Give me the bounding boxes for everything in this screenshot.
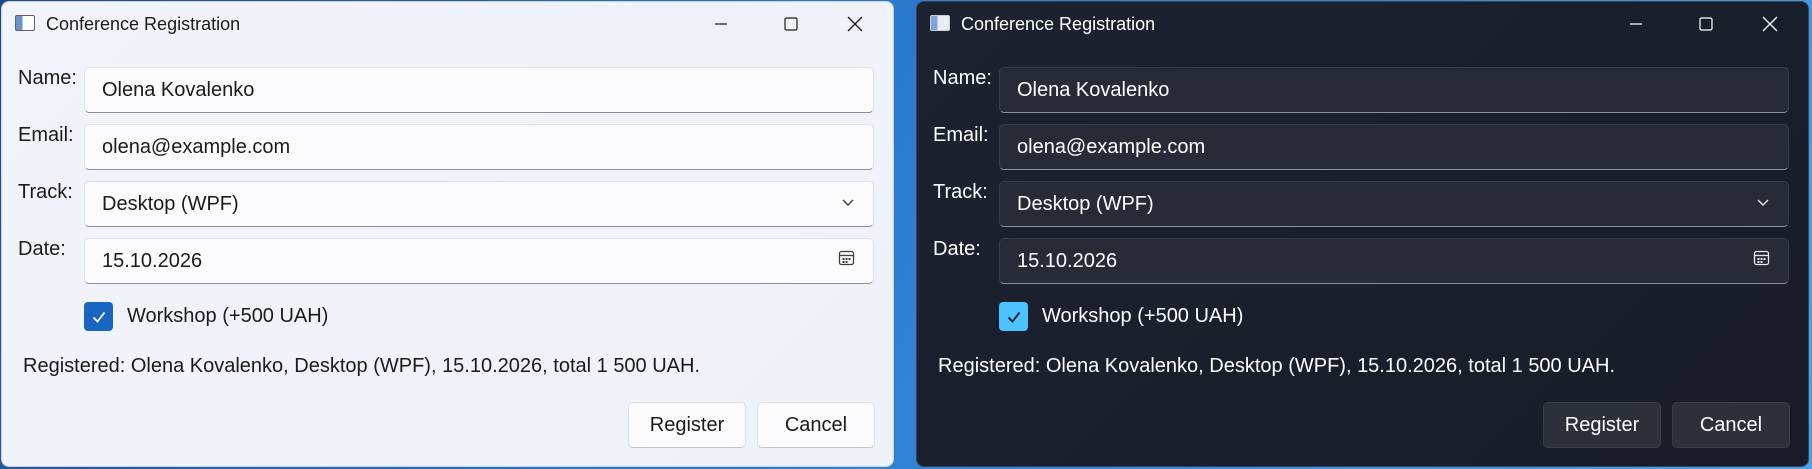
email-label: Email: (18, 124, 74, 146)
name-label: Name: (933, 67, 992, 89)
name-input[interactable] (102, 78, 802, 102)
minimize-button[interactable] (1606, 2, 1666, 46)
workshop-checkbox-row[interactable]: Workshop (+500 UAH) (84, 302, 328, 331)
email-field[interactable] (999, 124, 1789, 170)
email-input[interactable] (1017, 135, 1717, 159)
workshop-checkbox[interactable] (84, 302, 113, 331)
close-button[interactable] (1740, 2, 1800, 46)
workshop-label: Workshop (+500 UAH) (1042, 305, 1244, 327)
window-title: Conference Registration (46, 14, 241, 34)
track-label: Track: (933, 181, 988, 203)
date-picker[interactable] (999, 238, 1789, 284)
workshop-label: Workshop (+500 UAH) (127, 305, 329, 327)
calendar-icon[interactable] (838, 250, 855, 273)
date-picker[interactable] (84, 238, 874, 284)
date-label: Date: (933, 238, 981, 260)
date-input[interactable] (102, 249, 802, 273)
calendar-icon[interactable] (1753, 250, 1770, 273)
checkmark-icon (1007, 311, 1020, 323)
maximize-icon (1699, 17, 1713, 31)
app-window-icon (930, 15, 950, 31)
title-bar[interactable]: Conference Registration (917, 2, 1808, 46)
cancel-button[interactable]: Cancel (1672, 402, 1790, 448)
minimize-icon (1630, 23, 1642, 25)
register-button[interactable]: Register (628, 402, 746, 448)
registration-status-text: Registered: Olena Kovalenko, Desktop (WP… (938, 355, 1616, 377)
name-field[interactable] (84, 67, 874, 113)
minimize-button[interactable] (691, 2, 751, 46)
maximize-icon (784, 17, 798, 31)
track-label: Track: (18, 181, 73, 203)
maximize-button[interactable] (761, 2, 821, 46)
maximize-button[interactable] (1676, 2, 1736, 46)
minimize-icon (715, 23, 727, 25)
track-selected-value: Desktop (WPF) (102, 192, 239, 215)
chevron-down-icon (1756, 193, 1770, 216)
window-title: Conference Registration (961, 14, 1156, 34)
close-button[interactable] (825, 2, 885, 46)
date-label: Date: (18, 238, 66, 260)
checkmark-icon (92, 311, 105, 323)
conference-registration-window-dark: Conference Registration Name: Email: Tra… (916, 1, 1809, 467)
date-input[interactable] (1017, 249, 1717, 273)
close-icon (847, 16, 863, 32)
email-label: Email: (933, 124, 989, 146)
register-button[interactable]: Register (1543, 402, 1661, 448)
workshop-checkbox-row[interactable]: Workshop (+500 UAH) (999, 302, 1243, 331)
name-field[interactable] (999, 67, 1789, 113)
name-label: Name: (18, 67, 77, 89)
title-bar[interactable]: Conference Registration (2, 2, 893, 46)
track-dropdown[interactable]: Desktop (WPF) (84, 181, 874, 227)
app-window-icon (15, 15, 35, 31)
name-input[interactable] (1017, 78, 1717, 102)
email-input[interactable] (102, 135, 802, 159)
track-dropdown[interactable]: Desktop (WPF) (999, 181, 1789, 227)
conference-registration-window-light: Conference Registration Name: Email: Tra… (1, 1, 894, 467)
workshop-checkbox[interactable] (999, 302, 1028, 331)
close-icon (1762, 16, 1778, 32)
chevron-down-icon (841, 193, 855, 216)
cancel-button[interactable]: Cancel (757, 402, 875, 448)
registration-status-text: Registered: Olena Kovalenko, Desktop (WP… (23, 355, 701, 377)
track-selected-value: Desktop (WPF) (1017, 192, 1154, 215)
email-field[interactable] (84, 124, 874, 170)
